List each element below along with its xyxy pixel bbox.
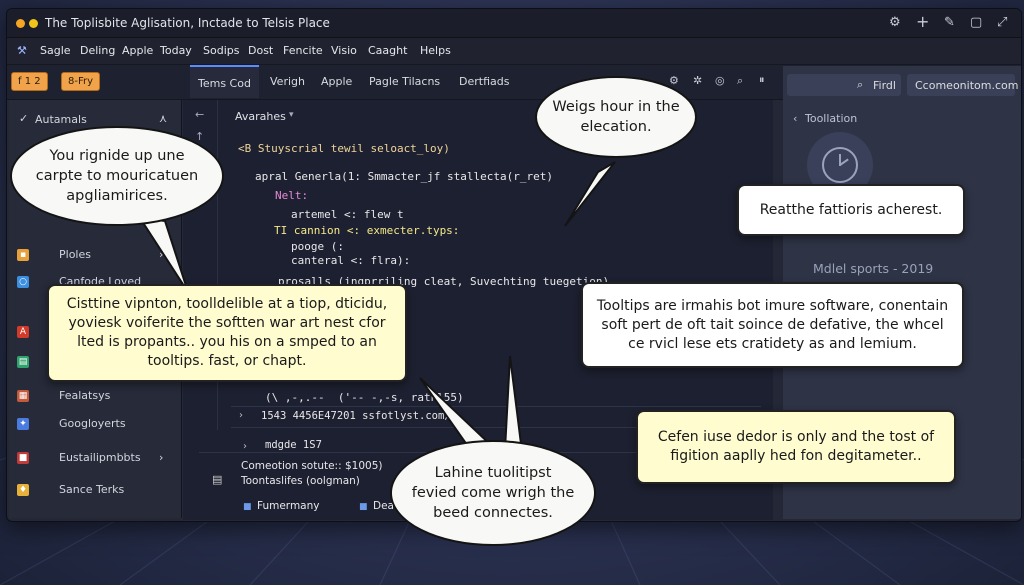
gear-icon[interactable]: ⚙	[669, 74, 679, 87]
badge-button[interactable]: f 1 2	[11, 72, 48, 91]
console-line: Toontaslifes (oolgman)	[241, 475, 360, 487]
tab[interactable]: Dertfiads	[451, 65, 517, 98]
menu-item[interactable]: Today	[160, 44, 192, 57]
menu-item[interactable]: Caaght	[368, 44, 407, 57]
bulb-icon: ♦	[17, 484, 29, 496]
globe-icon: ○	[17, 276, 29, 288]
callout-bubble: Lahine tuolitipst fevied come wrigh the …	[390, 440, 596, 546]
collapse-icon[interactable]: ⋏	[159, 112, 167, 125]
add-icon[interactable]: +	[916, 12, 929, 31]
tooltip-box: Reatthe fattioris acherest.	[737, 184, 965, 236]
square-icon: ■	[359, 502, 368, 512]
sidebar-item[interactable]: Fealatsys	[59, 389, 110, 402]
up-arrow-icon[interactable]: ↑	[195, 130, 204, 143]
menu-item[interactable]: Sagle	[40, 44, 71, 57]
search-input[interactable]: ⌕ Firdl	[787, 74, 901, 96]
back-arrow-icon[interactable]: ←	[195, 108, 204, 121]
sidebar-item[interactable]: Ploles	[59, 248, 91, 261]
app-icon: A	[17, 326, 29, 338]
badge-button[interactable]: 8-Fry	[61, 72, 101, 91]
code-line: pooge (:	[291, 240, 344, 253]
code-line: (\ ,-,.-- ('-- -,-s, rathl55)	[265, 391, 464, 404]
chevron-right-icon[interactable]: ›	[243, 441, 247, 452]
chevron-down-icon[interactable]: ▾	[289, 110, 294, 120]
tooltip-box: Cefen iuse dedor is only and the tost of…	[636, 410, 956, 484]
window-dot-icon[interactable]	[29, 19, 38, 28]
window-title: The Toplisbite Aglisation, Inctade to Te…	[45, 16, 330, 30]
chevron-right-icon[interactable]: ›	[159, 248, 163, 261]
code-line: TI cannion <: exmecter.typs:	[274, 224, 460, 237]
code-line: Nelt:	[275, 189, 309, 202]
console-item[interactable]: Fumermany	[257, 500, 319, 512]
puzzle-icon: ✦	[17, 418, 29, 430]
tab[interactable]: Verigh	[262, 65, 313, 98]
terminal-icon[interactable]: ▤	[212, 473, 222, 486]
sidebar-item[interactable]: Eustailipmbbts	[59, 451, 141, 464]
middle-line: mdgde 1S7	[265, 439, 322, 451]
sidebar-item[interactable]: Googloyerts	[59, 417, 126, 430]
window-dot-icon[interactable]	[16, 19, 25, 28]
chevron-left-icon[interactable]: ‹	[793, 112, 797, 125]
menu-item[interactable]: Visio	[331, 44, 357, 57]
menu-item[interactable]: Sodips	[203, 44, 239, 57]
code-line: <B Stuyscrial tewil seloact_loy)	[238, 142, 450, 155]
tools-icon[interactable]: ⚒	[17, 44, 27, 57]
split-icon[interactable]: ⏸	[759, 73, 765, 87]
edit-icon[interactable]: ✎	[944, 15, 955, 30]
gift-icon: ■	[17, 452, 29, 464]
search-placeholder: Firdl	[873, 79, 896, 92]
chevron-right-icon[interactable]: ›	[239, 410, 243, 421]
settings-icon[interactable]: ⚙	[889, 15, 901, 30]
sidebar-item[interactable]: Sance Terks	[59, 483, 124, 496]
domain-field[interactable]: Ccomeonitom.com	[907, 74, 1019, 96]
chart-icon: ▦	[17, 390, 29, 402]
menu-item[interactable]: Fencite	[283, 44, 323, 57]
menu-item[interactable]: Helps	[420, 44, 451, 57]
bug-icon[interactable]: ✲	[693, 74, 702, 87]
chevron-right-icon[interactable]: ›	[159, 451, 163, 464]
search-icon: ⌕	[857, 78, 864, 91]
section-title: Toollation	[805, 112, 858, 125]
tooltip-box: Cisttine vipnton, toolldelible at a tiop…	[47, 284, 407, 382]
title-bar: The Toplisbite Aglisation, Inctade to Te…	[7, 9, 1021, 38]
menu-bar: ⚒ Sagle Deling Apple Today Sodips Dost F…	[7, 38, 1021, 65]
callout-bubble: You rignide up une carpte to mouricatuen…	[10, 126, 224, 226]
expand-icon[interactable]: ⤢	[997, 15, 1007, 30]
dropdown[interactable]: Avarahes	[235, 110, 286, 123]
code-line: artemel <: flew t	[291, 208, 404, 221]
menu-item[interactable]: Dost	[248, 44, 273, 57]
folder-icon: ▪	[17, 249, 29, 261]
tab[interactable]: Tems Cod	[190, 65, 259, 98]
search-icon[interactable]: ⌕	[737, 74, 743, 88]
square-icon: ■	[243, 502, 252, 512]
tab[interactable]: Pagle Tilacns	[361, 65, 448, 98]
menu-item[interactable]: Deling	[80, 44, 115, 57]
tooltip-box: Tooltips are irmahis bot imure software,…	[581, 282, 964, 368]
sheet-icon: ▤	[17, 356, 29, 368]
callout-bubble: Weigs hour in the elecation.	[535, 76, 697, 158]
tab[interactable]: Apple	[313, 65, 360, 98]
code-line: apral Generla(1: Smmacter_jf stallecta(r…	[255, 170, 554, 183]
sidebar-header: Autamals	[35, 113, 87, 126]
console-line: Comeotion sotute:: $1005)	[241, 460, 383, 472]
target-icon[interactable]: ◎	[715, 74, 725, 87]
code-line: canteral <: flra):	[291, 254, 411, 267]
menu-item[interactable]: Apple	[122, 44, 153, 57]
path-text: 1543 4456E47201 ssfotlyst.com/	[261, 410, 451, 422]
caption: Mdlel sports - 2019	[813, 261, 934, 276]
chevron-down-icon[interactable]: ✓	[19, 112, 28, 125]
domain-text: Ccomeonitom.com	[915, 79, 1019, 92]
window-icon[interactable]: ▢	[970, 15, 982, 30]
